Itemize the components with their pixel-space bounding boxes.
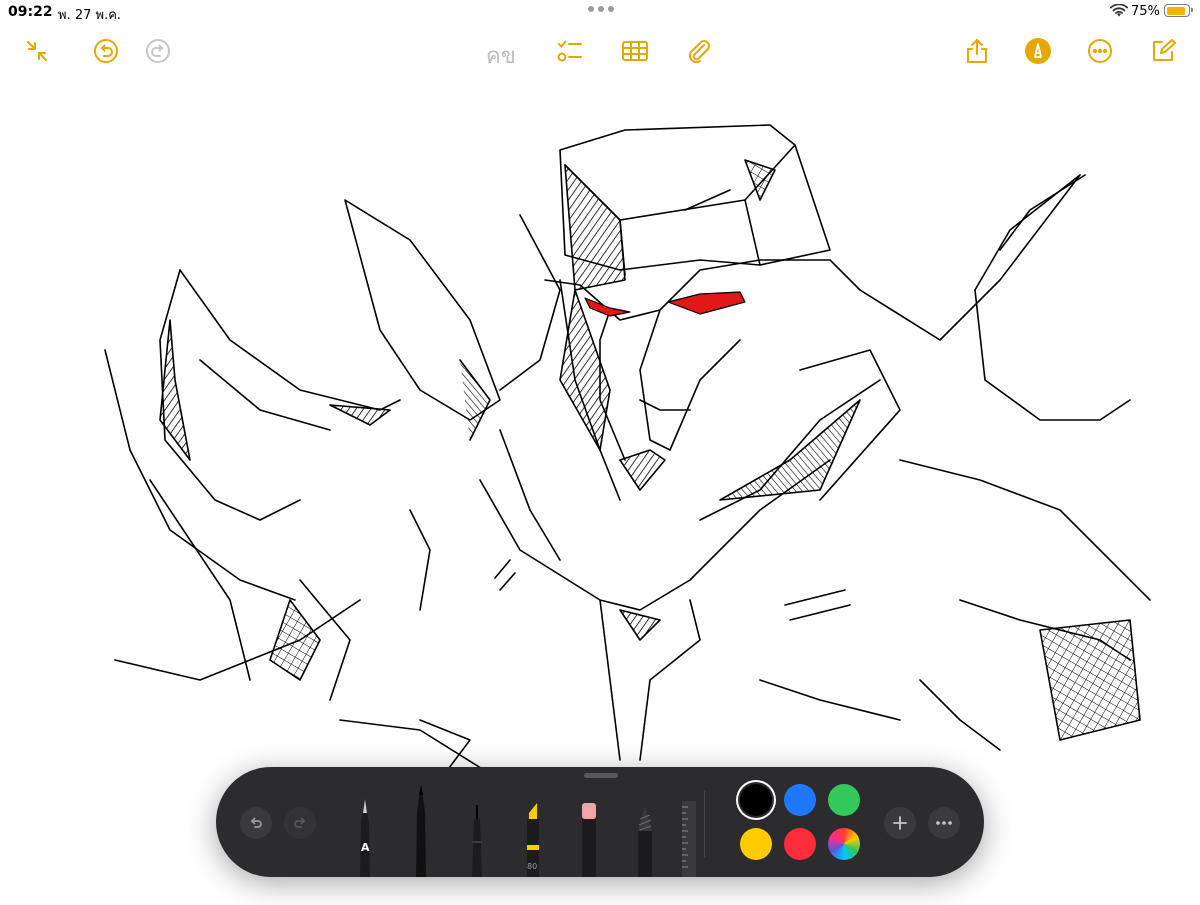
more-icon: [936, 821, 952, 825]
redo-icon: [146, 39, 170, 63]
table-button[interactable]: [620, 36, 650, 66]
compose-icon: [1153, 39, 1176, 61]
palette-divider: [704, 791, 705, 857]
more-button[interactable]: [1085, 36, 1115, 66]
color-swatch-black[interactable]: [740, 784, 772, 816]
checklist-button[interactable]: [555, 36, 585, 66]
pen-icon: [416, 785, 426, 877]
checklist-icon: [557, 40, 582, 62]
monoline-pen-icon: [360, 799, 370, 877]
text-format-button[interactable]: คข: [486, 38, 516, 73]
collapse-icon: [27, 41, 47, 61]
pen-tool[interactable]: [410, 785, 432, 877]
share-button[interactable]: [962, 36, 992, 66]
undo-icon: [250, 817, 262, 828]
multitasking-dots[interactable]: [588, 6, 614, 12]
status-time: 09:22: [8, 4, 53, 20]
eraser-tool[interactable]: [578, 803, 600, 877]
share-icon: [967, 38, 987, 63]
markup-pen-icon: [1025, 38, 1051, 64]
monoline-pen-tool[interactable]: A: [354, 799, 376, 877]
battery-percent: 75%: [1131, 4, 1160, 19]
marker-opacity-label: 80: [527, 862, 538, 871]
pen-label: A: [361, 841, 370, 854]
more-icon: [1088, 39, 1112, 63]
color-swatch-blue[interactable]: [784, 784, 816, 816]
plus-icon: [893, 816, 907, 830]
collapse-button[interactable]: [22, 36, 52, 66]
drawing-tools-palette[interactable]: A 80: [216, 767, 984, 877]
pencil-icon: [638, 807, 652, 877]
pencil-tool[interactable]: [634, 807, 656, 877]
palette-undo-button[interactable]: [240, 807, 272, 839]
ruler-icon: [682, 801, 696, 877]
eraser-icon: [582, 803, 596, 877]
undo-icon: [94, 39, 118, 63]
color-swatch-red[interactable]: [784, 828, 816, 860]
color-swatch-yellow[interactable]: [740, 828, 772, 860]
undo-button[interactable]: [91, 36, 121, 66]
add-tool-button[interactable]: [884, 807, 916, 839]
redo-button[interactable]: [143, 36, 173, 66]
palette-redo-button[interactable]: [284, 807, 316, 839]
redo-icon: [294, 817, 306, 828]
paperclip-icon: [688, 40, 710, 64]
palette-grabber[interactable]: [584, 773, 618, 778]
markup-button[interactable]: [1023, 36, 1053, 66]
color-swatch-green[interactable]: [828, 784, 860, 816]
fineliner-tool[interactable]: [466, 805, 488, 877]
color-picker-multicolor[interactable]: [828, 828, 860, 860]
attach-button[interactable]: [684, 36, 714, 66]
fineliner-icon: [472, 805, 482, 877]
status-bar: 09:22 พ. 27 พ.ค. 75%: [0, 0, 1200, 24]
table-icon: [622, 41, 648, 61]
status-date: พ. 27 พ.ค.: [58, 8, 122, 23]
wifi-icon: [1110, 4, 1128, 17]
marker-tool[interactable]: 80: [522, 803, 544, 877]
compose-button[interactable]: [1148, 36, 1178, 66]
battery-icon: [1164, 4, 1193, 17]
ruler-tool[interactable]: [682, 801, 696, 877]
palette-more-button[interactable]: [928, 807, 960, 839]
